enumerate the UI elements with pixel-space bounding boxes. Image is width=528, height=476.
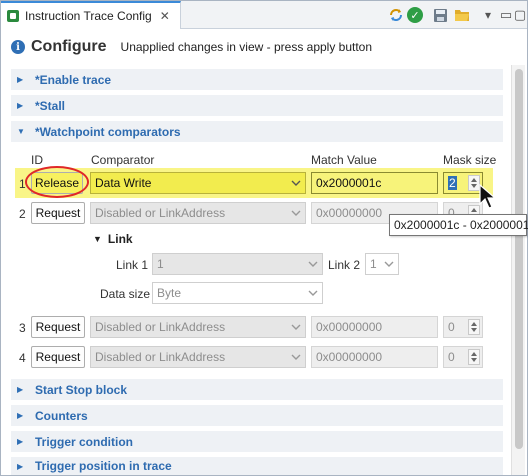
page-title: Configure bbox=[31, 38, 107, 55]
red-circle-annotation bbox=[25, 166, 89, 198]
section-title: *Enable trace bbox=[35, 72, 112, 87]
match-value-input[interactable]: 0x2000001c bbox=[311, 172, 438, 194]
maximize-icon[interactable]: ▢ bbox=[511, 6, 528, 24]
link2-label: Link 2 bbox=[328, 258, 361, 272]
mask-size-spinner[interactable]: 0 bbox=[443, 346, 483, 368]
section-title: Start Stop block bbox=[35, 382, 128, 397]
trace-config-icon bbox=[7, 10, 19, 22]
link-heading: Link bbox=[107, 232, 133, 246]
chevron-right-icon: ▶ bbox=[17, 101, 24, 110]
link1-label: Link 1 bbox=[116, 258, 149, 272]
column-header-match-value: Match Value bbox=[311, 153, 377, 167]
section-title: Counters bbox=[35, 408, 88, 423]
spinner-arrows-icon[interactable] bbox=[468, 349, 480, 365]
link2-select[interactable]: 1 bbox=[365, 253, 399, 275]
comparator-value: Disabled or LinkAddress bbox=[95, 320, 226, 334]
chevron-right-icon: ▶ bbox=[17, 461, 24, 471]
section-trigger-position[interactable]: ▶ Trigger position in trace bbox=[11, 457, 503, 475]
chevron-right-icon: ▶ bbox=[17, 75, 24, 84]
section-stall[interactable]: ▶ *Stall bbox=[11, 95, 503, 116]
comparator-select[interactable]: Disabled or LinkAddress bbox=[90, 202, 306, 224]
info-icon: i bbox=[11, 40, 25, 54]
chevron-down-icon bbox=[291, 180, 301, 186]
link-subsection[interactable]: ▼ Link bbox=[93, 232, 133, 246]
mask-size-spinner[interactable]: 2 bbox=[443, 172, 483, 194]
status-message: Unapplied changes in view - press apply … bbox=[120, 40, 373, 54]
mask-size-value: 0 bbox=[448, 320, 455, 334]
column-header-mask-size: Mask size bbox=[443, 153, 497, 167]
comparator-select[interactable]: Data Write bbox=[90, 172, 306, 194]
link1-value: 1 bbox=[157, 257, 164, 271]
comparator-value: Data Write bbox=[95, 176, 152, 190]
chevron-down-icon: ▼ bbox=[17, 127, 25, 136]
data-size-select[interactable]: Byte bbox=[152, 282, 323, 304]
section-counters[interactable]: ▶ Counters bbox=[11, 405, 503, 426]
comparator-select[interactable]: Disabled or LinkAddress bbox=[90, 316, 306, 338]
comparator-select[interactable]: Disabled or LinkAddress bbox=[90, 346, 306, 368]
section-title: Trigger condition bbox=[35, 434, 133, 449]
scrollbar-thumb[interactable] bbox=[515, 69, 523, 449]
data-size-value: Byte bbox=[157, 286, 182, 300]
section-title: *Stall bbox=[35, 98, 66, 113]
form-header: i Configure Unapplied changes in view - … bbox=[11, 37, 372, 57]
match-value-input[interactable]: 0x00000000 bbox=[311, 346, 438, 368]
comparator-value: Disabled or LinkAddress bbox=[95, 206, 226, 220]
row-id: 4 bbox=[19, 351, 26, 365]
refresh-icon[interactable] bbox=[387, 6, 405, 24]
open-folder-icon[interactable] bbox=[453, 6, 471, 24]
data-size-label: Data size bbox=[100, 287, 151, 301]
chevron-down-icon: ▼ bbox=[93, 234, 102, 244]
mask-size-spinner[interactable]: 0 bbox=[443, 316, 483, 338]
mask-range-tooltip: 0x2000001c - 0x2000001f bbox=[389, 214, 528, 236]
section-watchpoint-comparators[interactable]: ▼ *Watchpoint comparators bbox=[11, 121, 503, 142]
chevron-right-icon: ▶ bbox=[17, 411, 24, 420]
mask-size-value: 2 bbox=[448, 176, 457, 190]
chevron-down-icon bbox=[291, 210, 301, 216]
chevron-right-icon: ▶ bbox=[17, 385, 24, 394]
save-icon[interactable] bbox=[431, 6, 449, 24]
request-button[interactable]: Request bbox=[31, 316, 85, 338]
chevron-down-icon bbox=[308, 290, 318, 296]
spinner-arrows-icon[interactable] bbox=[468, 319, 480, 335]
tab-instruction-trace-config[interactable]: Instruction Trace Config ✕ bbox=[1, 1, 181, 29]
close-icon[interactable]: ✕ bbox=[160, 9, 170, 23]
mask-size-value: 0 bbox=[448, 350, 455, 364]
apply-check-icon[interactable]: ✓ bbox=[407, 7, 423, 23]
vertical-scrollbar[interactable] bbox=[511, 65, 525, 475]
tab-bar: Instruction Trace Config ✕ ✓ ▾ ▭ ▢ bbox=[1, 1, 527, 29]
section-title: Trigger position in trace bbox=[35, 459, 172, 473]
mouse-cursor-icon bbox=[479, 184, 497, 209]
chevron-down-icon bbox=[291, 354, 301, 360]
section-trigger-condition[interactable]: ▶ Trigger condition bbox=[11, 431, 503, 452]
match-value-input[interactable]: 0x00000000 bbox=[311, 316, 438, 338]
chevron-down-icon bbox=[291, 324, 301, 330]
section-start-stop-block[interactable]: ▶ Start Stop block bbox=[11, 379, 503, 400]
chevron-right-icon: ▶ bbox=[17, 437, 24, 446]
view-menu-icon[interactable]: ▾ bbox=[479, 6, 497, 24]
link1-select[interactable]: 1 bbox=[152, 253, 323, 275]
chevron-down-icon bbox=[384, 261, 394, 267]
section-title: *Watchpoint comparators bbox=[35, 124, 181, 139]
row-id: 2 bbox=[19, 207, 26, 221]
tab-title: Instruction Trace Config bbox=[25, 9, 152, 23]
chevron-down-icon bbox=[308, 261, 318, 267]
request-button[interactable]: Request bbox=[31, 202, 85, 224]
request-button[interactable]: Request bbox=[31, 346, 85, 368]
link2-value: 1 bbox=[370, 257, 377, 271]
comparator-value: Disabled or LinkAddress bbox=[95, 350, 226, 364]
section-enable-trace[interactable]: ▶ *Enable trace bbox=[11, 69, 503, 90]
column-header-comparator: Comparator bbox=[91, 153, 155, 167]
instruction-trace-config-window: Instruction Trace Config ✕ ✓ ▾ ▭ ▢ i Con… bbox=[0, 0, 528, 476]
column-header-id: ID bbox=[31, 153, 43, 167]
row-id: 3 bbox=[19, 321, 26, 335]
